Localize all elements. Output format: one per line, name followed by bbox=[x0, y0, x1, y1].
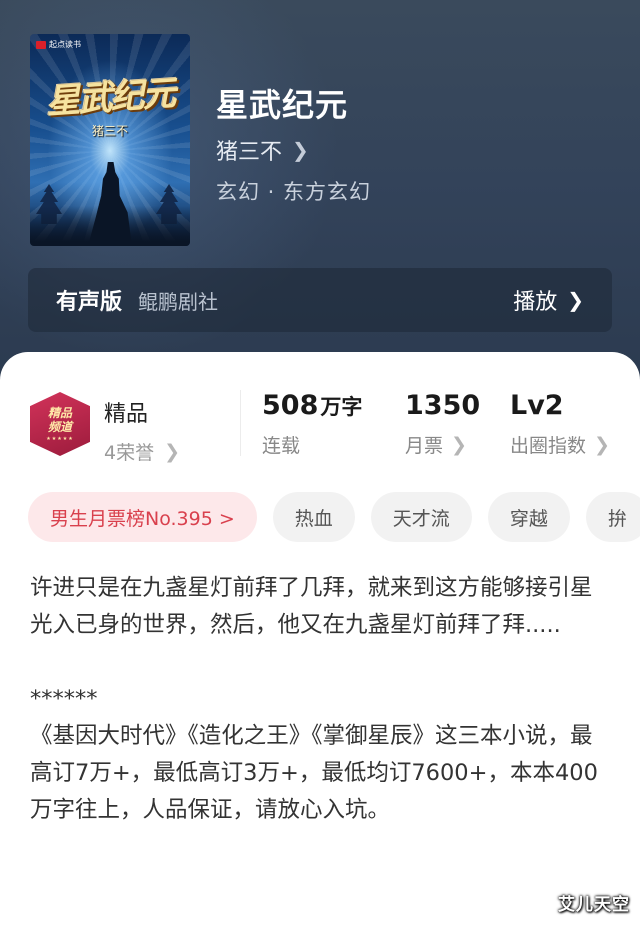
tag-time-travel[interactable]: 穿越 bbox=[487, 492, 570, 542]
book-cover[interactable]: 起点读书 星武纪元 猪三不 bbox=[30, 34, 190, 246]
description-paragraph-2: 《基因大时代》《造化之王》《掌御星辰》这三本小说，最高订7万+，最低高订3万+，… bbox=[30, 723, 598, 823]
monthly-ticket-label: 月票 bbox=[405, 435, 444, 457]
book-title: 星武纪元 bbox=[216, 86, 349, 124]
quality-title: 精品 bbox=[104, 402, 149, 427]
honor-count: 4荣誉 bbox=[104, 442, 155, 464]
tag-list: 男生月票榜No.395 > 热血 天才流 穿越 拚 bbox=[28, 492, 640, 542]
author-name: 猪三不 bbox=[216, 140, 283, 165]
popularity-level-value: Lv2 bbox=[510, 390, 564, 421]
tag-partial[interactable]: 拚 bbox=[585, 492, 640, 542]
audio-version-bar[interactable]: 有声版 鲲鹏剧社 播放 ❯ bbox=[28, 268, 612, 332]
badge-stars: ★★★★★ bbox=[46, 436, 74, 442]
book-header: 起点读书 星武纪元 猪三不 星武纪元 猪三不 ❯ 玄幻 · 东方玄幻 有声版 鲲… bbox=[0, 0, 640, 400]
badge-line-1: 精品 bbox=[47, 406, 72, 420]
cover-ground bbox=[30, 206, 190, 246]
book-info-card: 精品 频道 ★★★★★ 精品 4荣誉 ❯ 508 万字 连载 1350 月票 ❯… bbox=[0, 352, 640, 925]
tag-genius[interactable]: 天才流 bbox=[370, 492, 472, 542]
cover-publisher: 起点读书 bbox=[36, 39, 81, 50]
word-count-unit: 万字 bbox=[320, 395, 363, 419]
monthly-ticket-value: 1350 bbox=[405, 390, 481, 421]
audio-label: 有声版 bbox=[56, 290, 123, 315]
cover-author: 猪三不 bbox=[91, 124, 128, 138]
play-button[interactable]: 播放 ❯ bbox=[513, 284, 584, 316]
chevron-right-icon: ❯ bbox=[594, 433, 610, 456]
watermark: 艾儿天空 bbox=[558, 895, 630, 915]
chevron-right-icon: ❯ bbox=[292, 138, 309, 162]
ranking-tag[interactable]: 男生月票榜No.395 > bbox=[28, 492, 257, 542]
description-separator: ****** bbox=[30, 686, 98, 712]
popularity-index-label: 出圈指数 bbox=[510, 435, 587, 457]
description-paragraph-1: 许进只是在九盏星灯前拜了几拜，就来到这方能够接引星光入已身的世界，然后，他又在九… bbox=[30, 575, 593, 638]
stats-divider bbox=[240, 390, 241, 456]
description-gap bbox=[30, 644, 614, 681]
tag-hot-blood[interactable]: 热血 bbox=[272, 492, 355, 542]
play-label: 播放 bbox=[513, 290, 558, 315]
publisher-logo-icon bbox=[36, 40, 46, 49]
chevron-right-icon: ❯ bbox=[451, 433, 467, 456]
book-genre: 玄幻 · 东方玄幻 bbox=[216, 180, 372, 204]
serial-status: 连载 bbox=[262, 435, 301, 457]
popularity-index-stat[interactable]: Lv2 出圈指数 ❯ bbox=[510, 390, 610, 458]
badge-line-2: 频道 bbox=[47, 420, 72, 434]
chevron-right-icon: ❯ bbox=[567, 288, 584, 312]
word-count-stat: 508 万字 连载 bbox=[262, 390, 362, 458]
quality-channel-badge[interactable]: 精品 频道 ★★★★★ bbox=[30, 392, 90, 456]
book-description[interactable]: 许进只是在九盏星灯前拜了几拜，就来到这方能够接引星光入已身的世界，然后，他又在九… bbox=[30, 570, 614, 829]
quality-stat[interactable]: 精品 4荣誉 ❯ bbox=[104, 396, 180, 465]
chevron-right-icon: ❯ bbox=[164, 440, 181, 463]
audio-studio: 鲲鹏剧社 bbox=[138, 289, 219, 314]
word-count-value: 508 bbox=[262, 390, 319, 421]
monthly-ticket-stat[interactable]: 1350 月票 ❯ bbox=[405, 390, 480, 458]
cover-publisher-text: 起点读书 bbox=[49, 40, 81, 49]
author-link[interactable]: 猪三不 ❯ bbox=[216, 134, 309, 166]
